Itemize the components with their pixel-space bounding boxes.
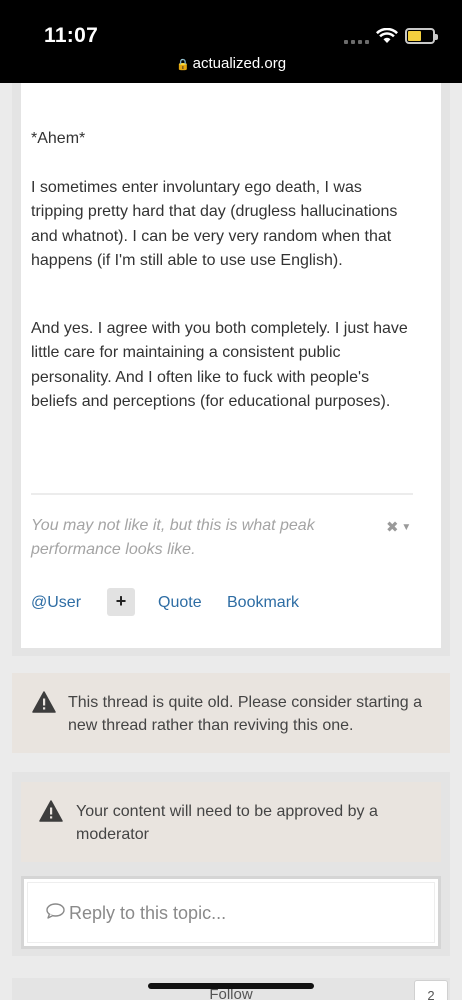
url-text: actualized.org bbox=[192, 55, 287, 72]
warning-icon bbox=[39, 800, 63, 827]
bookmark-link[interactable]: Bookmark bbox=[227, 590, 299, 616]
post-paragraph: *Ahem* bbox=[31, 130, 86, 147]
mention-user-link[interactable]: @User bbox=[31, 590, 81, 616]
reply-placeholder-text: Reply to this topic... bbox=[69, 903, 227, 923]
reply-placeholder: Reply to this topic... bbox=[46, 903, 226, 924]
chevron-down-icon: ▼ bbox=[398, 522, 412, 533]
moderation-text: Your content will need to be approved by… bbox=[76, 803, 378, 843]
post-paragraph: And yes. I agree with you both completel… bbox=[31, 319, 408, 411]
close-icon: ✖ bbox=[386, 519, 399, 536]
battery-icon bbox=[405, 28, 438, 44]
home-indicator bbox=[148, 983, 314, 989]
post-content: *Ahem* I sometimes enter involuntary ego… bbox=[31, 127, 413, 439]
old-thread-text: This thread is quite old. Please conside… bbox=[68, 694, 422, 734]
clock: 11:07 bbox=[44, 24, 99, 47]
status-bar: 11:07 🔒 actualized.org bbox=[0, 0, 462, 83]
signature-divider bbox=[31, 493, 413, 495]
post-signature: You may not like it, but this is what pe… bbox=[31, 517, 315, 558]
follower-count-badge: 2 bbox=[414, 980, 448, 1000]
moderation-notice: Your content will need to be approved by… bbox=[21, 782, 441, 862]
multiquote-button[interactable]: + bbox=[107, 588, 135, 616]
lock-icon: 🔒 bbox=[175, 59, 190, 71]
warning-icon bbox=[32, 691, 56, 718]
url-bar[interactable]: 🔒 actualized.org bbox=[0, 55, 462, 72]
old-thread-notice: This thread is quite old. Please conside… bbox=[12, 673, 450, 753]
signature-options[interactable]: ✖ ▼ bbox=[386, 518, 411, 536]
comment-icon bbox=[46, 903, 65, 924]
cellular-signal-icon bbox=[344, 40, 369, 44]
quote-link[interactable]: Quote bbox=[158, 590, 202, 616]
wifi-icon bbox=[376, 27, 398, 49]
post-paragraph: I sometimes enter involuntary ego death,… bbox=[31, 178, 398, 270]
reply-input[interactable]: Reply to this topic... bbox=[21, 876, 441, 949]
